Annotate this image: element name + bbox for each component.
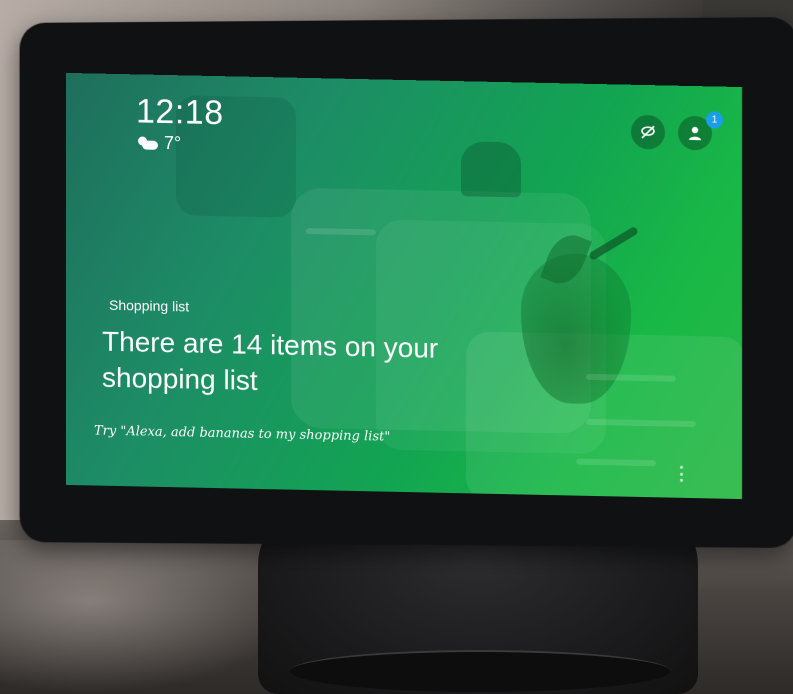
person-icon — [689, 126, 701, 141]
partly-cloudy-icon — [136, 135, 160, 152]
decor-illustration — [461, 141, 521, 198]
temperature-value: 7° — [164, 132, 182, 154]
clock-time: 12:18 — [136, 92, 224, 133]
notification-badge: 1 — [706, 111, 723, 129]
device-base-ring — [290, 650, 670, 692]
more-options-icon[interactable] — [678, 465, 684, 482]
do-not-disturb-icon — [641, 125, 655, 139]
smart-display-screen[interactable]: 12:18 7° 1 Shopping list There are 14 it… — [66, 72, 742, 500]
table-glare — [0, 540, 300, 694]
card-headline: There are 14 items on your shopping list — [102, 325, 439, 396]
do-not-disturb-button[interactable] — [631, 114, 665, 150]
card-category-label: Shopping list — [109, 296, 190, 315]
weather-readout: 7° — [136, 132, 181, 154]
